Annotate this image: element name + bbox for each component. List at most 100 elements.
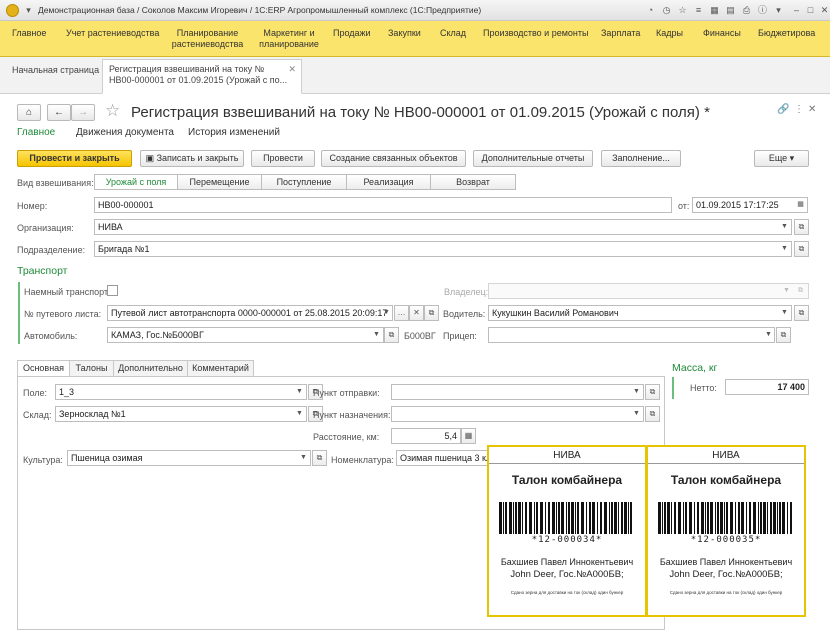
forward-button[interactable]: → (71, 104, 95, 121)
owner-field[interactable] (488, 283, 809, 299)
menu-item-warehouse[interactable]: Склад (440, 28, 466, 39)
barcode-bar (571, 502, 574, 534)
menu-item-finance[interactable]: Финансы (703, 28, 741, 39)
close-icon[interactable]: ✕ (818, 4, 830, 17)
menu-item-purchases[interactable]: Закупки (388, 28, 421, 39)
owner-open-icon[interactable]: ⧉ (795, 284, 806, 298)
department-dropdown-icon[interactable]: ▼ (779, 242, 790, 256)
destination-dropdown-icon[interactable]: ▼ (631, 407, 642, 421)
weighing-type-return[interactable]: Возврат (430, 174, 516, 190)
organization-open-icon[interactable]: ⧉ (794, 219, 809, 235)
mass-section-line (672, 377, 674, 399)
panel-tab-additional[interactable]: Дополнительно (113, 360, 188, 377)
car-open-icon[interactable]: ⧉ (384, 327, 399, 343)
waybill-field[interactable]: Путевой лист автотранспорта 0000-000001 … (107, 305, 393, 321)
settings-arrow-icon[interactable]: ▾ (772, 4, 785, 17)
field-dropdown-icon[interactable]: ▼ (294, 385, 305, 399)
close-form-icon[interactable]: ✕ (808, 104, 816, 115)
menu-item-main[interactable]: Главное (12, 28, 46, 39)
waybill-clear-icon[interactable]: ✕ (409, 305, 424, 321)
nomenclature-field[interactable]: Озимая пшеница 3 кл (396, 450, 488, 466)
tab-current-document[interactable]: Регистрация взвешиваний на току № НВ00-0… (102, 59, 302, 94)
waybill-select-button[interactable]: … (394, 305, 409, 321)
distance-calc-icon[interactable]: ▦ (461, 428, 476, 444)
panel-tab-comment[interactable]: Комментарий (187, 360, 254, 377)
driver-open-icon[interactable]: ⧉ (794, 305, 809, 321)
bell-icon[interactable]: ◔ (644, 4, 657, 17)
panel-tab-main[interactable]: Основная (17, 360, 70, 377)
department-open-icon[interactable]: ⧉ (794, 241, 809, 257)
favorite-star-icon[interactable]: ☆ (105, 101, 120, 121)
tools-icon[interactable]: ≡ (692, 4, 705, 17)
calendar-icon[interactable]: ▤ (724, 4, 737, 17)
departure-dropdown-icon[interactable]: ▼ (631, 385, 642, 399)
panel-tab-coupons[interactable]: Талоны (69, 360, 114, 377)
maximize-icon[interactable]: □ (804, 4, 817, 17)
menu-item-sales[interactable]: Продажи (333, 28, 371, 39)
field-input[interactable]: 1_3 (55, 384, 307, 400)
departure-point-field[interactable] (391, 384, 644, 400)
waybill-dropdown-icon[interactable]: ▼ (381, 306, 392, 320)
warehouse-field[interactable]: Зерносклад №1 (55, 406, 307, 422)
hired-transport-checkbox[interactable] (107, 285, 118, 296)
destination-open-icon[interactable]: ⧉ (645, 406, 660, 422)
info-icon[interactable]: ⓘ (756, 4, 769, 17)
link-icon[interactable]: 🔗 (777, 104, 789, 115)
weighing-type-sale[interactable]: Реализация (346, 174, 431, 190)
weighing-type-harvest[interactable]: Урожай с поля (94, 174, 178, 190)
save-and-close-button[interactable]: ▣ Записать и закрыть (140, 150, 244, 167)
net-field[interactable]: 17 400 (725, 379, 809, 395)
car-field[interactable]: КАМАЗ, Гос.№Б000ВГ (107, 327, 384, 343)
post-button[interactable]: Провести (251, 150, 315, 167)
car-dropdown-icon[interactable]: ▼ (371, 328, 382, 342)
trailer-dropdown-icon[interactable]: ▼ (763, 328, 774, 342)
organization-dropdown-icon[interactable]: ▼ (779, 220, 790, 234)
department-field[interactable]: Бригада №1 (94, 241, 792, 257)
crop-dropdown-icon[interactable]: ▼ (298, 451, 309, 465)
driver-field[interactable]: Кукушкин Василий Романович (488, 305, 792, 321)
print-icon[interactable]: ⎙ (740, 4, 753, 17)
date-field[interactable]: 01.09.2015 17:17:25 (692, 197, 808, 213)
close-tab-icon[interactable]: ✕ (288, 64, 296, 75)
more-button[interactable]: Еще ▾ (754, 150, 809, 167)
weighing-type-transfer[interactable]: Перемещение (177, 174, 262, 190)
form-tab-movements[interactable]: Движения документа (76, 127, 174, 138)
menu-item-crop-accounting[interactable]: Учет растениеводства (66, 28, 159, 39)
distance-field[interactable]: 5,4 (391, 428, 461, 444)
additional-reports-button[interactable]: Дополнительные отчеты (473, 150, 593, 167)
form-tab-main[interactable]: Главное (17, 127, 55, 138)
post-and-close-button[interactable]: Провести и закрыть (17, 150, 132, 167)
number-field[interactable]: НВ00-000001 (94, 197, 672, 213)
departure-open-icon[interactable]: ⧉ (645, 384, 660, 400)
destination-point-field[interactable] (391, 406, 644, 422)
organization-field[interactable]: НИВА (94, 219, 792, 235)
menu-item-hr[interactable]: Кадры (656, 28, 683, 39)
create-related-button[interactable]: Создание связанных объектов (321, 150, 466, 167)
back-button[interactable]: ← (47, 104, 71, 121)
home-button[interactable]: ⌂ (17, 104, 41, 121)
menu-item-production[interactable]: Производство и ремонты (483, 28, 588, 39)
owner-dropdown-icon[interactable]: ▼ (781, 284, 792, 298)
calc-icon[interactable]: ▦ (708, 4, 721, 17)
crop-open-icon[interactable]: ⧉ (312, 450, 327, 466)
minimize-icon[interactable]: – (790, 4, 803, 17)
menu-item-crop-planning[interactable]: Планирование растениеводства (170, 28, 245, 50)
history-icon[interactable]: ◷ (660, 4, 673, 17)
menu-item-marketing[interactable]: Маркетинг и планирование (258, 28, 320, 50)
driver-dropdown-icon[interactable]: ▼ (779, 306, 790, 320)
more-actions-icon[interactable]: ⋮ (794, 104, 804, 115)
calendar-icon[interactable]: ▦ (795, 198, 806, 212)
favorites-icon[interactable]: ☆ (676, 4, 689, 17)
waybill-open-icon[interactable]: ⧉ (424, 305, 439, 321)
menu-item-salary[interactable]: Зарплата (601, 28, 640, 39)
tab-home[interactable]: Начальная страница (12, 65, 99, 76)
form-tab-history[interactable]: История изменений (188, 127, 280, 138)
warehouse-dropdown-icon[interactable]: ▼ (294, 407, 305, 421)
fill-button[interactable]: Заполнение... (601, 150, 681, 167)
trailer-field[interactable] (488, 327, 775, 343)
weighing-type-receipt[interactable]: Поступление (261, 174, 347, 190)
menu-arrow-icon[interactable]: ▾ (22, 4, 35, 17)
crop-field[interactable]: Пшеница озимая (67, 450, 311, 466)
trailer-open-icon[interactable]: ⧉ (776, 327, 791, 343)
menu-item-budgeting[interactable]: Бюджетирова (758, 28, 815, 39)
